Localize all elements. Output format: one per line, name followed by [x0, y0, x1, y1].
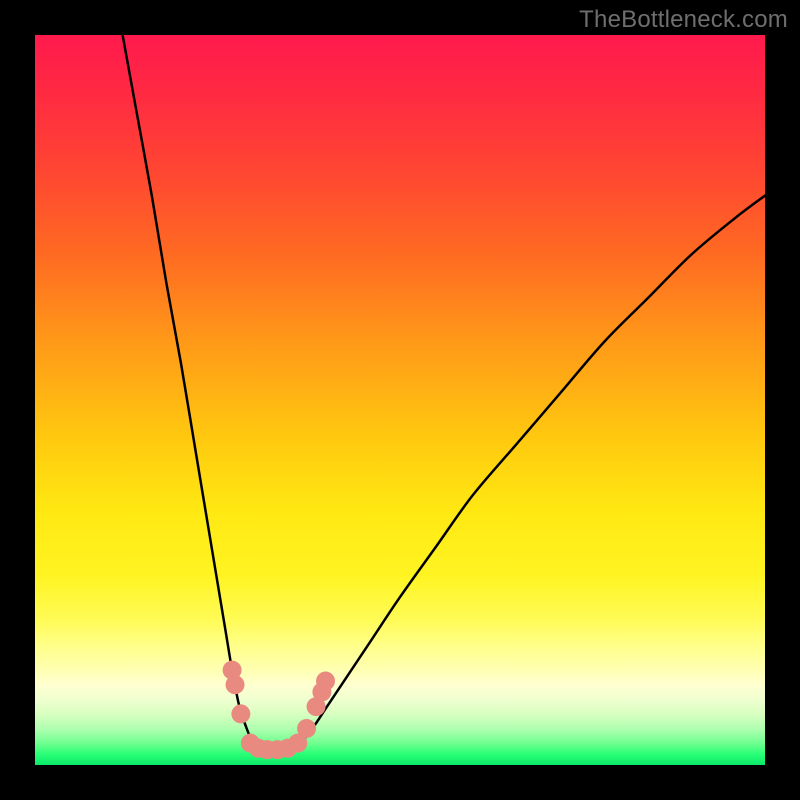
marker-dot	[231, 704, 250, 723]
marker-dot	[316, 672, 335, 691]
bottleneck-curve-path	[123, 35, 765, 751]
chart-frame: TheBottleneck.com	[0, 0, 800, 800]
chart-svg	[35, 35, 765, 765]
watermark-text: TheBottleneck.com	[579, 6, 788, 34]
plot-area	[35, 35, 765, 765]
marker-dot	[226, 675, 245, 694]
marker-dots	[223, 661, 335, 760]
marker-dot	[297, 719, 316, 738]
bottleneck-curve	[123, 35, 765, 751]
